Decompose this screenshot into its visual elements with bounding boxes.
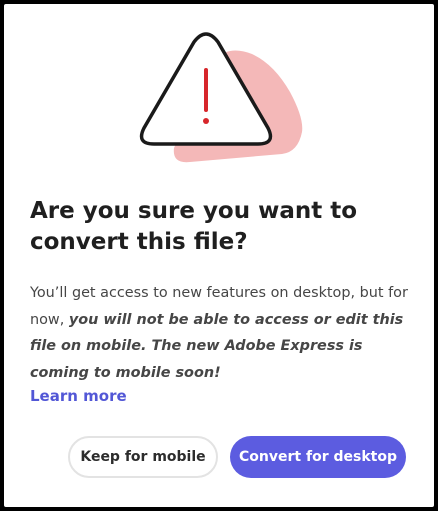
- keep-for-mobile-button[interactable]: Keep for mobile: [68, 436, 218, 478]
- description-emphasis-text: you will not be able to access or edit t…: [30, 311, 404, 381]
- dialog-description: You’ll get access to new features on des…: [30, 280, 414, 386]
- convert-for-desktop-button[interactable]: Convert for desktop: [230, 436, 406, 478]
- convert-file-dialog: Are you sure you want to convert this fi…: [4, 4, 434, 507]
- warning-illustration: [139, 32, 303, 163]
- learn-more-link[interactable]: Learn more: [30, 385, 127, 407]
- dialog-title: Are you sure you want to convert this fi…: [30, 198, 358, 255]
